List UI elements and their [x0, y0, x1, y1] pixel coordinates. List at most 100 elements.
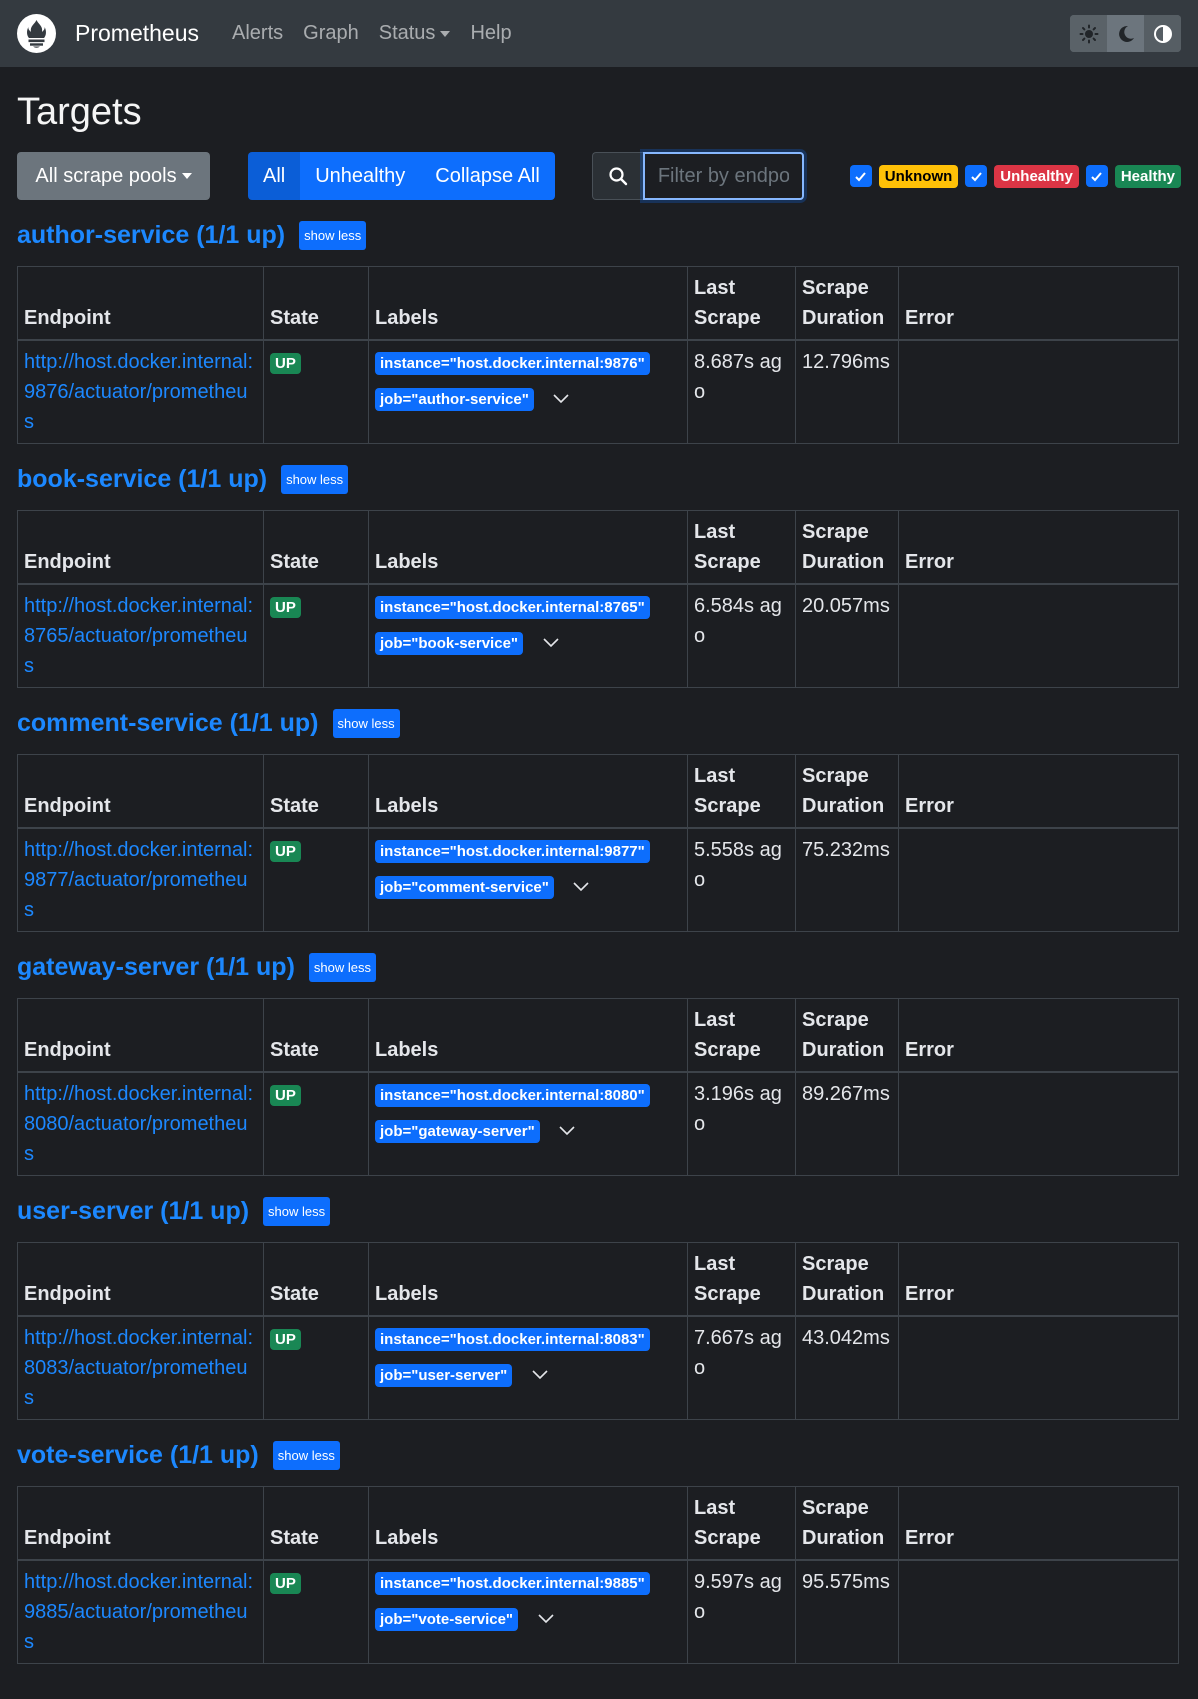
toolbar: All scrape pools All Unhealthy Collapse …	[17, 152, 1181, 200]
filter-all-button[interactable]: All	[248, 152, 301, 200]
header-endpoint: Endpoint	[17, 1486, 264, 1561]
show-less-button[interactable]: show less	[281, 464, 349, 494]
header-scrape-duration: Scrape Duration	[795, 754, 899, 829]
dark-theme-button[interactable]	[1107, 15, 1144, 52]
endpoint-link[interactable]: http://host.docker.internal:8765/actuato…	[24, 595, 253, 677]
table-row: http://host.docker.internal:9877/actuato…	[17, 827, 1179, 932]
unhealthy-checkbox[interactable]	[965, 165, 988, 187]
brand-link[interactable]: Prometheus	[75, 20, 199, 47]
header-state: State	[263, 1242, 369, 1317]
instance-label: instance="host.docker.internal:8765"	[375, 596, 650, 619]
health-filters: Unknown Unhealthy Healthy	[843, 164, 1181, 188]
job-label: job="gateway-server"	[375, 1120, 540, 1143]
show-less-button[interactable]: show less	[332, 708, 400, 738]
scrape-duration-cell: 75.232ms	[795, 827, 899, 932]
chevron-down-icon[interactable]	[573, 882, 590, 892]
state-badge: UP	[270, 841, 301, 862]
nav-alerts[interactable]: Alerts	[232, 22, 283, 45]
filter-unhealthy-button[interactable]: Unhealthy	[300, 152, 421, 200]
header-endpoint: Endpoint	[17, 754, 264, 829]
endpoint-link[interactable]: http://host.docker.internal:8083/actuato…	[24, 1327, 253, 1409]
targets-table: Endpoint State Labels Last Scrape Scrape…	[17, 266, 1179, 444]
header-scrape-duration: Scrape Duration	[795, 510, 899, 585]
header-labels: Labels	[368, 266, 688, 341]
scrape-pool: user-server (1/1 up) show less Endpoint …	[17, 1191, 1181, 1420]
state-badge: UP	[270, 1329, 301, 1350]
state-badge: UP	[270, 353, 301, 374]
instance-label: instance="host.docker.internal:9876"	[375, 352, 650, 375]
chevron-down-icon[interactable]	[553, 394, 569, 404]
table-header-row: Endpoint State Labels Last Scrape Scrape…	[17, 1486, 1179, 1561]
contrast-icon	[1153, 24, 1172, 43]
scrape-duration-cell: 95.575ms	[795, 1559, 899, 1664]
pool-title-link[interactable]: user-server (1/1 up)	[17, 1197, 249, 1226]
instance-label: instance="host.docker.internal:9885"	[375, 1572, 650, 1595]
theme-switcher	[1070, 15, 1181, 52]
nav-status-dropdown[interactable]: Status	[379, 22, 451, 45]
scrape-duration-cell: 89.267ms	[795, 1071, 899, 1176]
last-scrape-cell: 6.584s ago	[687, 583, 796, 688]
job-label: job="user-server"	[375, 1364, 513, 1387]
last-scrape-cell: 9.597s ago	[687, 1559, 796, 1664]
header-error: Error	[898, 510, 1179, 585]
endpoint-link[interactable]: http://host.docker.internal:9885/actuato…	[24, 1571, 253, 1653]
pool-title-link[interactable]: gateway-server (1/1 up)	[17, 953, 295, 982]
header-error: Error	[898, 1242, 1179, 1317]
sun-icon	[1079, 24, 1098, 43]
endpoint-link[interactable]: http://host.docker.internal:9876/actuato…	[24, 351, 253, 433]
scrape-pool: gateway-server (1/1 up) show less Endpoi…	[17, 947, 1181, 1176]
search-icon	[591, 152, 643, 200]
endpoint-link[interactable]: http://host.docker.internal:8080/actuato…	[24, 1083, 253, 1165]
scrape-pool: vote-service (1/1 up) show less Endpoint…	[17, 1435, 1181, 1664]
healthy-checkbox[interactable]	[1085, 165, 1108, 187]
light-theme-button[interactable]	[1070, 15, 1107, 52]
job-label: job="comment-service"	[375, 876, 554, 899]
pool-title-link[interactable]: comment-service (1/1 up)	[17, 709, 319, 738]
show-less-button[interactable]: show less	[299, 220, 367, 250]
show-less-button[interactable]: show less	[308, 952, 376, 982]
chevron-down-icon[interactable]	[538, 1614, 554, 1624]
caret-down-icon	[440, 30, 451, 37]
main-content: Targets All scrape pools All Unhealthy C…	[0, 87, 1198, 1664]
scrape-pools-dropdown[interactable]: All scrape pools	[17, 152, 210, 200]
header-last-scrape: Last Scrape	[687, 1486, 796, 1561]
header-last-scrape: Last Scrape	[687, 754, 796, 829]
chevron-down-icon[interactable]	[543, 638, 559, 648]
pool-title-link[interactable]: book-service (1/1 up)	[17, 465, 267, 494]
show-less-button[interactable]: show less	[263, 1196, 331, 1226]
error-cell	[898, 339, 1179, 444]
table-row: http://host.docker.internal:9885/actuato…	[17, 1559, 1179, 1664]
chevron-down-icon[interactable]	[559, 1126, 575, 1136]
pool-title-link[interactable]: author-service (1/1 up)	[17, 221, 285, 250]
scrape-pool: author-service (1/1 up) show less Endpoi…	[17, 215, 1181, 444]
header-error: Error	[898, 266, 1179, 341]
prometheus-logo-icon[interactable]	[17, 14, 56, 53]
checkmark-icon	[971, 171, 982, 181]
targets-table: Endpoint State Labels Last Scrape Scrape…	[17, 510, 1179, 688]
unknown-checkbox[interactable]	[849, 165, 872, 187]
instance-label: instance="host.docker.internal:8080"	[375, 1084, 650, 1107]
last-scrape-cell: 8.687s ago	[687, 339, 796, 444]
header-state: State	[263, 754, 369, 829]
nav-graph[interactable]: Graph	[303, 22, 359, 45]
chevron-down-icon[interactable]	[532, 1370, 548, 1380]
table-header-row: Endpoint State Labels Last Scrape Scrape…	[17, 754, 1179, 829]
header-labels: Labels	[368, 754, 688, 829]
auto-theme-button[interactable]	[1144, 15, 1181, 52]
header-state: State	[263, 510, 369, 585]
header-scrape-duration: Scrape Duration	[795, 1242, 899, 1317]
unhealthy-badge: Unhealthy	[994, 164, 1079, 188]
job-label: job="vote-service"	[375, 1608, 519, 1631]
table-header-row: Endpoint State Labels Last Scrape Scrape…	[17, 1242, 1179, 1317]
pool-title-link[interactable]: vote-service (1/1 up)	[17, 1441, 259, 1470]
search-input[interactable]	[642, 152, 804, 200]
collapse-all-button[interactable]: Collapse All	[420, 152, 555, 200]
error-cell	[898, 583, 1179, 688]
header-labels: Labels	[368, 1242, 688, 1317]
show-less-button[interactable]: show less	[272, 1440, 340, 1470]
endpoint-link[interactable]: http://host.docker.internal:9877/actuato…	[24, 839, 253, 921]
header-error: Error	[898, 1486, 1179, 1561]
nav-help[interactable]: Help	[470, 22, 511, 45]
healthy-badge: Healthy	[1114, 164, 1181, 188]
table-row: http://host.docker.internal:8765/actuato…	[17, 583, 1179, 688]
